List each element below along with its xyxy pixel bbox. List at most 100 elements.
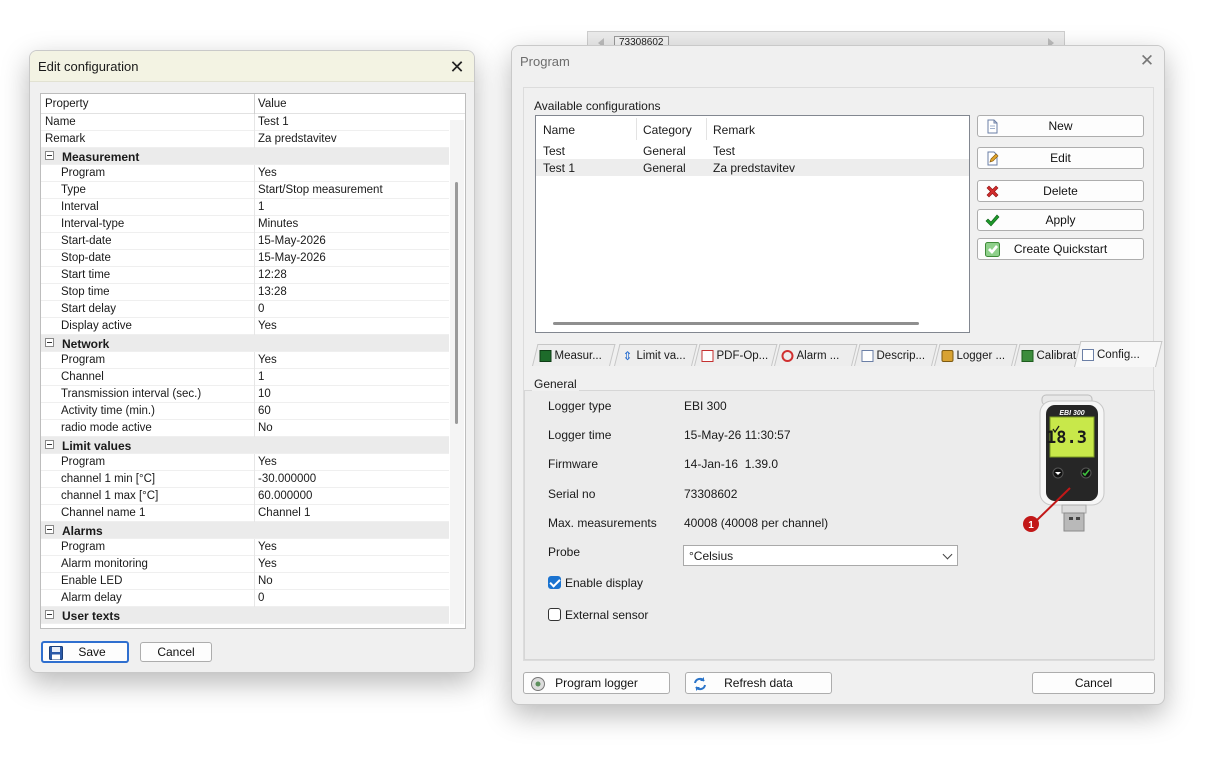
property-row[interactable]: channel 1 max [°C] 60.000000 — [41, 488, 449, 505]
tab-strip: Measur... ⇕ Limit va... PDF-Op... Alarm … — [526, 341, 1163, 367]
property-row[interactable]: Start time 12:28 — [41, 267, 449, 284]
column-category[interactable]: Category — [643, 123, 692, 137]
collapse-icon[interactable] — [45, 151, 54, 160]
category-alarms[interactable]: Alarms — [41, 522, 449, 539]
collapse-icon[interactable] — [45, 610, 54, 619]
program-window-titlebar: Program — [512, 46, 1164, 77]
property-row[interactable]: Start delay 0 — [41, 301, 449, 318]
arrows-updown-icon: ⇕ — [622, 348, 633, 363]
logger-time-value: 15-May-26 11:30:57 — [684, 428, 791, 442]
checkmark-icon — [985, 214, 1000, 227]
tab-logger[interactable]: Logger ... — [934, 344, 1018, 366]
floppy-disk-icon — [49, 646, 63, 660]
configurations-list[interactable]: Name Category Remark Test General Test T… — [535, 115, 970, 333]
serial-value: 73308602 — [684, 487, 738, 501]
property-row[interactable]: Transmission interval (sec.) 10 — [41, 386, 449, 403]
enable-display-label[interactable]: Enable display — [565, 576, 643, 590]
property-row[interactable]: Type Start/Stop measurement — [41, 182, 449, 199]
pdf-icon — [701, 349, 714, 362]
property-row[interactable]: Interval-type Minutes — [41, 216, 449, 233]
probe-label: Probe — [548, 545, 581, 559]
category-measurement[interactable]: Measurement — [41, 148, 449, 165]
property-row[interactable]: channel 1 min [°C] -30.000000 — [41, 471, 449, 488]
property-row[interactable]: Alarm monitoring Yes — [41, 556, 449, 573]
list-item[interactable]: Test General Test — [536, 142, 969, 159]
close-icon[interactable]: ✕ — [442, 52, 472, 82]
collapse-icon[interactable] — [45, 440, 54, 449]
max-measurements-value: 40008 (40008 per channel) — [684, 516, 829, 530]
tab-alarm[interactable]: Alarm ... — [774, 344, 858, 366]
external-sensor-checkbox[interactable] — [548, 608, 561, 621]
property-row-name[interactable]: Name Test 1 — [41, 114, 449, 131]
property-row[interactable]: Activity time (min.) 60 — [41, 403, 449, 420]
property-row[interactable]: Enable LED No — [41, 573, 449, 590]
property-row[interactable]: Stop-date 15-May-2026 — [41, 250, 449, 267]
property-row[interactable]: Program Yes — [41, 454, 449, 471]
delete-button[interactable]: Delete — [977, 180, 1144, 202]
enable-display-checkbox[interactable] — [548, 576, 561, 589]
property-rows: Name Test 1 Remark Za predstavitev Measure… — [41, 114, 449, 624]
create-quickstart-button[interactable]: Create Quickstart — [977, 238, 1144, 260]
cancel-button[interactable]: Cancel — [1032, 672, 1155, 694]
category-user-texts[interactable]: User texts — [41, 607, 449, 624]
apply-button[interactable]: Apply — [977, 209, 1144, 231]
property-row[interactable]: Program Yes — [41, 539, 449, 556]
property-row[interactable]: Program Yes — [41, 352, 449, 369]
max-measurements-label: Max. measurements — [548, 516, 657, 530]
program-window-title: Program — [520, 54, 570, 69]
vertical-scrollbar[interactable] — [450, 120, 464, 624]
close-icon[interactable]: ✕ — [1132, 46, 1162, 76]
tab-pdf-options[interactable]: PDF-Op... — [694, 344, 778, 366]
property-row[interactable]: Channel name 1 Channel 1 — [41, 505, 449, 522]
program-logger-icon — [531, 677, 545, 691]
column-name[interactable]: Name — [543, 123, 575, 137]
category-limit-values[interactable]: Limit values — [41, 437, 449, 454]
external-sensor-label[interactable]: External sensor — [565, 608, 648, 622]
property-row[interactable]: Stop time 13:28 — [41, 284, 449, 301]
new-document-icon — [987, 119, 998, 134]
probe-select[interactable]: °Celsius — [683, 545, 958, 566]
tab-measurement[interactable]: Measur... — [532, 344, 616, 366]
property-row[interactable]: radio mode active No — [41, 420, 449, 437]
device-reading-text: 18.3 — [1046, 428, 1087, 448]
refresh-data-button[interactable]: Refresh data — [685, 672, 832, 694]
property-row-remark[interactable]: Remark Za predstavitev — [41, 131, 449, 148]
logger-icon — [941, 349, 954, 362]
config-document-icon — [1082, 348, 1095, 361]
program-logger-button[interactable]: Program logger — [523, 672, 670, 694]
logger-time-label: Logger time — [548, 428, 612, 442]
edit-document-icon — [987, 151, 999, 166]
logger-type-value: EBI 300 — [684, 399, 727, 413]
property-row[interactable]: Interval 1 — [41, 199, 449, 216]
property-row[interactable]: Display active Yes — [41, 318, 449, 335]
alarm-clock-icon — [781, 349, 794, 362]
tab-description[interactable]: Descrip... — [854, 344, 938, 366]
new-button[interactable]: New — [977, 115, 1144, 137]
tab-limit-values[interactable]: ⇕ Limit va... — [614, 344, 698, 366]
refresh-icon — [694, 677, 706, 691]
edit-button[interactable]: Edit — [977, 147, 1144, 169]
category-network[interactable]: Network — [41, 335, 449, 352]
property-row[interactable]: Alarm delay 0 — [41, 590, 449, 607]
collapse-icon[interactable] — [45, 338, 54, 347]
callout-number: 1 — [1028, 520, 1034, 531]
document-icon — [861, 349, 874, 362]
property-row[interactable]: Channel 1 — [41, 369, 449, 386]
tab-configuration[interactable]: Config... — [1074, 341, 1163, 367]
delete-x-icon — [986, 185, 999, 198]
column-remark[interactable]: Remark — [713, 123, 755, 137]
list-item-selected[interactable]: Test 1 General Za predstavitev — [536, 159, 969, 176]
header-value: Value — [258, 98, 287, 110]
edit-configuration-window: Edit configuration ✕ Property Value Name… — [29, 50, 475, 673]
cancel-button[interactable]: Cancel — [140, 642, 212, 662]
property-row[interactable]: Program Yes — [41, 165, 449, 182]
horizontal-scrollbar[interactable] — [553, 322, 919, 325]
chevron-down-icon — [942, 549, 953, 560]
property-row[interactable]: Start-date 15-May-2026 — [41, 233, 449, 250]
firmware-label: Firmware — [548, 457, 598, 471]
property-grid-header: Property Value — [41, 94, 465, 114]
save-button[interactable]: Save — [41, 641, 129, 663]
serial-label: Serial no — [548, 487, 596, 501]
program-window: Program ✕ Available configurations Name … — [511, 45, 1165, 705]
collapse-icon[interactable] — [45, 525, 54, 534]
